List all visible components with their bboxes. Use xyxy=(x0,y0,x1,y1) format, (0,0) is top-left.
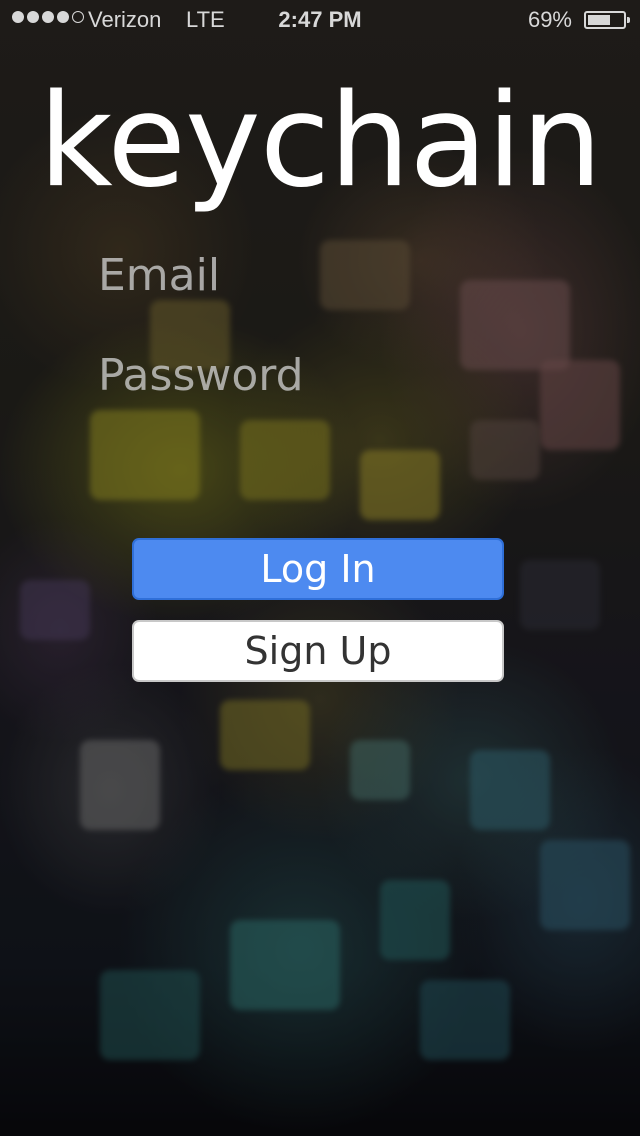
app-title: keychain xyxy=(38,67,603,216)
battery-icon xyxy=(584,11,630,29)
email-field[interactable] xyxy=(98,244,538,306)
login-screen: Verizon LTE 2:47 PM 69% keychain Log In … xyxy=(0,0,640,1136)
password-field[interactable] xyxy=(98,344,538,406)
battery-percentage: 69% xyxy=(527,7,572,32)
battery-fill xyxy=(588,15,611,25)
login-button[interactable]: Log In xyxy=(132,538,504,600)
signup-button[interactable]: Sign Up xyxy=(132,620,504,682)
status-bar: Verizon LTE 2:47 PM 69% xyxy=(0,0,640,40)
